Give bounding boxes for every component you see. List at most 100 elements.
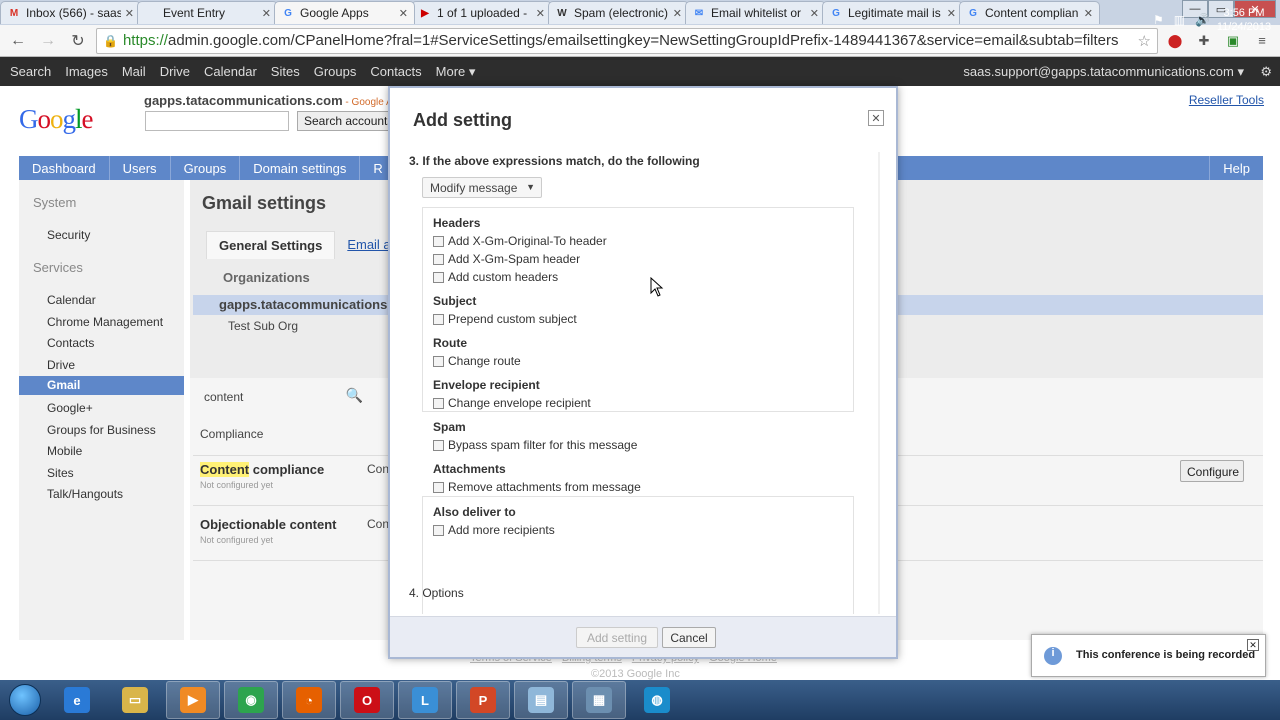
checkbox-custom-headers[interactable]: Add custom headers xyxy=(433,270,558,284)
close-icon[interactable]: ✕ xyxy=(868,110,884,126)
checkbox-prepend-subject[interactable]: Prepend custom subject xyxy=(433,312,577,326)
checkbox-x-gm-original-to[interactable]: Add X-Gm-Original-To header xyxy=(433,234,607,248)
nav-domain-settings[interactable]: Domain settings xyxy=(240,156,361,180)
close-icon[interactable]: ✕ xyxy=(125,7,134,20)
volume-icon[interactable]: 🔊 xyxy=(1195,13,1210,27)
browser-tab[interactable]: G Legitimate mail is ✕ xyxy=(822,1,963,24)
taskbar-app[interactable]: ▦ xyxy=(572,681,626,719)
sidebar-item-mobile[interactable]: Mobile xyxy=(47,444,82,458)
taskbar-app[interactable]: ◍ xyxy=(630,681,684,719)
cancel-button[interactable]: Cancel xyxy=(662,627,716,648)
gbar-link-images[interactable]: Images xyxy=(65,64,108,79)
taskbar-app[interactable]: ▶ xyxy=(166,681,220,719)
checkbox-x-gm-spam[interactable]: Add X-Gm-Spam header xyxy=(433,252,580,266)
sidebar-item-contacts[interactable]: Contacts xyxy=(47,336,94,350)
envelope-heading: Envelope recipient xyxy=(433,378,540,392)
close-icon[interactable]: ✕ xyxy=(1084,7,1093,20)
address-toolbar: ← → ↻ 🔒 https://admin.google.com/CPanelH… xyxy=(0,25,1280,57)
recording-notification: i This conference is being recorded ✕ xyxy=(1031,634,1266,677)
gbar-link-mail[interactable]: Mail xyxy=(122,64,146,79)
taskbar-app[interactable]: ◉ xyxy=(224,681,278,719)
reload-icon[interactable]: ↻ xyxy=(66,29,90,53)
subject-heading: Subject xyxy=(433,294,477,308)
tab-title: Inbox (566) - saas xyxy=(26,6,121,20)
dialog-scrollbar[interactable]: ▲ ▼ xyxy=(878,152,880,614)
org-sub[interactable]: Test Sub Org xyxy=(228,319,298,333)
start-button[interactable] xyxy=(0,680,50,720)
flag-icon[interactable]: ⚑ xyxy=(1153,13,1164,27)
sidebar-item-drive[interactable]: Drive xyxy=(47,358,75,372)
browser-tab[interactable]: Event Entry ✕ xyxy=(137,1,278,24)
reseller-tools-link[interactable]: Reseller Tools xyxy=(1189,93,1264,107)
browser-tab[interactable]: G Google Apps ✕ xyxy=(274,1,415,24)
close-icon[interactable]: ✕ xyxy=(536,7,545,20)
forward-icon[interactable]: → xyxy=(36,29,60,53)
gbar-link-calendar[interactable]: Calendar xyxy=(204,64,257,79)
close-icon[interactable]: ✕ xyxy=(1247,639,1259,651)
gear-icon[interactable]: ⚙ xyxy=(1260,64,1272,80)
gbar-link-contacts[interactable]: Contacts xyxy=(370,64,421,79)
search-icon[interactable]: 🔍 xyxy=(346,387,363,404)
sidebar-item-groups-for-business[interactable]: Groups for Business xyxy=(47,423,156,437)
gbar-link-more[interactable]: More ▾ xyxy=(436,64,476,80)
close-icon[interactable]: ✕ xyxy=(399,7,408,20)
search-accounts-button[interactable]: Search accounts xyxy=(297,111,392,131)
chevron-down-icon: ▼ xyxy=(526,182,535,192)
tab-general-settings[interactable]: General Settings xyxy=(206,231,336,259)
sidebar-item-security[interactable]: Security xyxy=(47,228,90,242)
url-text: admin.google.com/CPanelHome?fral=1#Servi… xyxy=(167,32,1119,49)
sidebar-item-talk-hangouts[interactable]: Talk/Hangouts xyxy=(47,487,123,501)
page-title: Gmail settings xyxy=(202,193,327,213)
browser-tab[interactable]: M Inbox (566) - saas ✕ xyxy=(0,1,141,24)
browser-tab[interactable]: W Spam (electronic) ✕ xyxy=(548,1,689,24)
gbar-link-groups[interactable]: Groups xyxy=(314,64,357,79)
browser-tab[interactable]: G Content complian ✕ xyxy=(959,1,1100,24)
configure-button[interactable]: Configure xyxy=(1180,460,1244,482)
nav-groups[interactable]: Groups xyxy=(171,156,241,180)
taskbar-app[interactable]: L xyxy=(398,681,452,719)
taskbar-app[interactable]: P xyxy=(456,681,510,719)
clock[interactable]: 3:56 PM 11/24/2013 xyxy=(1216,6,1272,34)
network-icon[interactable]: ▥ xyxy=(1174,13,1185,27)
domain-name: gapps.tatacommunications.com - Google A xyxy=(144,93,393,108)
address-bar[interactable]: 🔒 https://admin.google.com/CPanelHome?fr… xyxy=(96,27,1158,54)
taskbar-app[interactable]: ▤ xyxy=(514,681,568,719)
close-icon[interactable]: ✕ xyxy=(262,7,271,20)
action-select[interactable]: Modify message ▼ xyxy=(422,177,542,198)
checkbox-change-route[interactable]: Change route xyxy=(433,354,521,368)
nav-dashboard[interactable]: Dashboard xyxy=(19,156,110,180)
sidebar-item-chrome-management[interactable]: Chrome Management xyxy=(47,315,163,329)
tab-title: Content complian xyxy=(985,6,1079,20)
sidebar-item-sites[interactable]: Sites xyxy=(47,466,74,480)
account-menu[interactable]: saas.support@gapps.tatacommunications.co… xyxy=(963,64,1244,80)
taskbar-app[interactable]: ▭ xyxy=(108,681,162,719)
close-icon[interactable]: ✕ xyxy=(673,7,682,20)
tab-title: Event Entry xyxy=(163,6,226,20)
browser-tab[interactable]: ▶ 1 of 1 uploaded - ✕ xyxy=(411,1,552,24)
add-setting-dialog: Add setting ✕ 3. If the above expression… xyxy=(388,86,898,659)
close-icon[interactable]: ✕ xyxy=(810,7,819,20)
checkbox-add-recipients[interactable]: Add more recipients xyxy=(433,523,555,537)
sidebar-item-gmail[interactable]: Gmail xyxy=(19,376,184,395)
taskbar-app[interactable]: O xyxy=(340,681,394,719)
taskbar-app[interactable]: ◔ xyxy=(282,681,336,719)
browser-tab[interactable]: ✉ Email whitelist or ✕ xyxy=(685,1,826,24)
add-setting-button[interactable]: Add setting xyxy=(576,627,658,648)
sidebar-item-calendar[interactable]: Calendar xyxy=(47,293,96,307)
account-search-input[interactable] xyxy=(145,111,289,131)
nav-help[interactable]: Help xyxy=(1209,156,1263,180)
checkbox-remove-attachments[interactable]: Remove attachments from message xyxy=(433,480,641,494)
objectionable-content-title[interactable]: Objectionable content xyxy=(200,517,337,532)
taskbar-app[interactable]: e xyxy=(50,681,104,719)
close-icon[interactable]: ✕ xyxy=(947,7,956,20)
gbar-link-sites[interactable]: Sites xyxy=(271,64,300,79)
nav-users[interactable]: Users xyxy=(110,156,171,180)
checkbox-bypass-spam[interactable]: Bypass spam filter for this message xyxy=(433,438,637,452)
back-icon[interactable]: ← xyxy=(6,29,30,53)
gbar-link-search[interactable]: Search xyxy=(10,64,51,79)
sidebar-item-google-[interactable]: Google+ xyxy=(47,401,93,415)
settings-filter-input[interactable]: content 🔍 xyxy=(200,386,365,407)
checkbox-change-envelope[interactable]: Change envelope recipient xyxy=(433,396,591,410)
gbar-link-drive[interactable]: Drive xyxy=(160,64,190,79)
content-compliance-title[interactable]: Content compliance xyxy=(200,462,324,477)
